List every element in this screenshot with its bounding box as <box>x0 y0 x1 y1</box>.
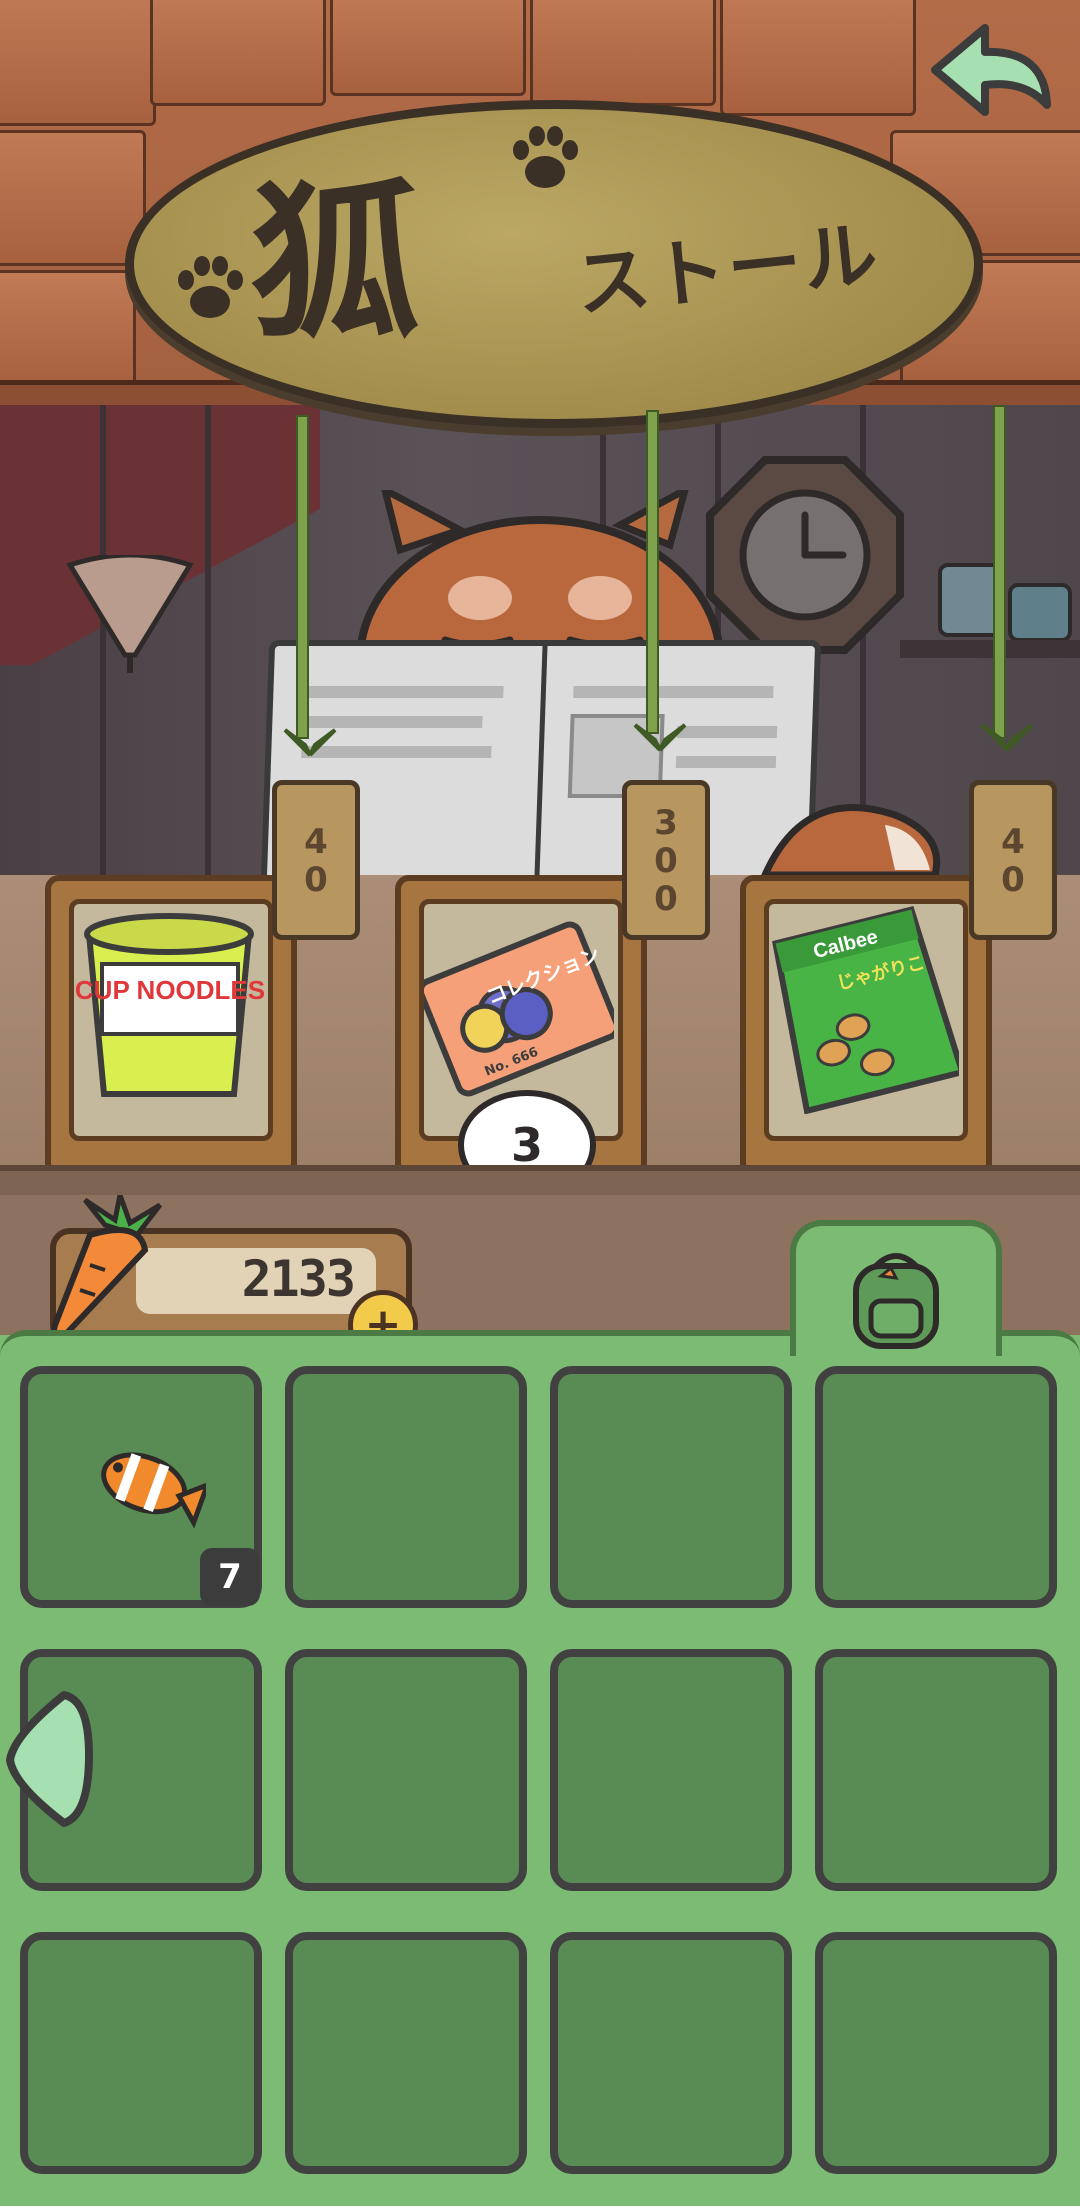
clownfish-icon <box>101 1452 206 1529</box>
shop-item-jagarico[interactable]: Calbee じゃがりこ <box>740 875 992 1177</box>
leaf-knot-icon <box>633 723 687 752</box>
paw-print-icon <box>178 256 243 318</box>
leaf-knot-icon <box>283 728 337 757</box>
price-tag-label: 300 <box>646 803 686 917</box>
inventory-panel: 7 <box>0 1330 1080 2206</box>
inventory-slot[interactable] <box>285 1932 527 2174</box>
price-tag-label: 40 <box>296 822 336 898</box>
price-tag-label: 40 <box>993 822 1033 898</box>
price-tag: 40 <box>272 780 360 940</box>
inventory-slot[interactable] <box>285 1649 527 1891</box>
fox-tail <box>759 804 941 879</box>
item-quantity-badge: 7 <box>200 1548 260 1606</box>
backpack-icon <box>853 1253 939 1349</box>
shop-item-cup-noodles[interactable]: CUP NOODLES <box>45 875 297 1177</box>
carrot-count: 2133 <box>241 1250 356 1308</box>
inventory-slot[interactable] <box>550 1932 792 2174</box>
inventory-slot[interactable] <box>815 1932 1057 2174</box>
price-tag: 40 <box>969 780 1057 940</box>
inventory-slot[interactable] <box>285 1366 527 1608</box>
inventory-slot[interactable] <box>20 1932 262 2174</box>
inventory-slot[interactable] <box>815 1366 1057 1608</box>
backpack-tab[interactable] <box>790 1220 1002 1356</box>
snack-bag-icon: Calbee じゃがりこ <box>772 905 966 1115</box>
cup-noodles-icon: CUP NOODLES <box>75 913 265 1097</box>
inventory-slot[interactable]: 7 <box>20 1366 262 1608</box>
price-tag: 300 <box>622 780 710 940</box>
inventory-slot[interactable] <box>550 1649 792 1891</box>
paper-fan-decoration <box>66 555 194 673</box>
inventory-slot[interactable] <box>815 1649 1057 1891</box>
paw-print-icon <box>513 126 578 188</box>
page-prev-button[interactable] <box>4 1685 94 1830</box>
collection-ticket-icon: コレクション No. 666 <box>417 921 621 1097</box>
inventory-slot[interactable] <box>550 1366 792 1608</box>
leaf-knot-icon <box>980 723 1034 752</box>
sign-kanji: 狐 <box>250 163 421 363</box>
cup-noodles-label: CUP NOODLES <box>75 975 264 1005</box>
back-button[interactable] <box>925 20 1055 125</box>
carrot-icon <box>50 1195 162 1342</box>
